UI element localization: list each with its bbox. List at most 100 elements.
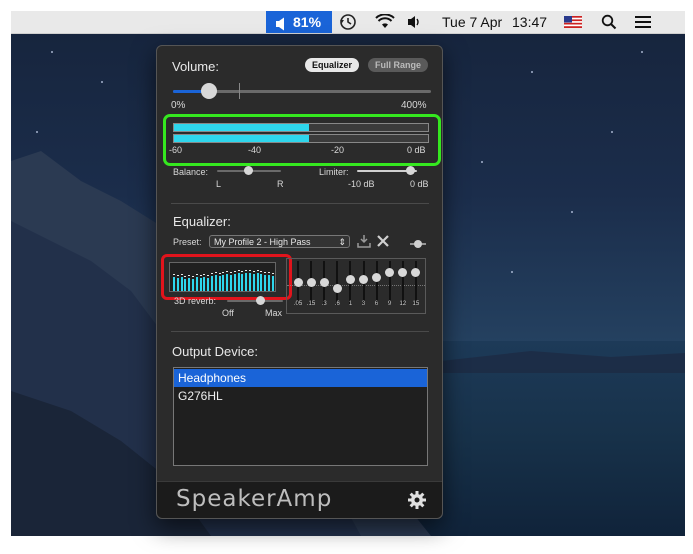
spectrum-bar bbox=[218, 276, 221, 291]
balance-slider-thumb[interactable] bbox=[244, 166, 253, 175]
eq-band-track[interactable] bbox=[375, 261, 378, 305]
volume-percent: 81% bbox=[293, 14, 322, 30]
spectrum-bar bbox=[176, 278, 179, 291]
eq-band-label: 9 bbox=[388, 301, 392, 307]
full-range-mode-button[interactable]: Full Range bbox=[368, 58, 428, 72]
output-device-title: Output Device: bbox=[172, 344, 258, 359]
right-channel-meter bbox=[173, 134, 429, 143]
wifi-icon[interactable] bbox=[375, 11, 395, 33]
volume-slider-thumb[interactable] bbox=[201, 83, 218, 99]
spectrum-peak bbox=[207, 275, 210, 276]
spectrum-bar bbox=[245, 273, 248, 291]
spectrum-bar bbox=[226, 274, 229, 291]
delete-preset-icon[interactable] bbox=[376, 234, 390, 253]
eq-band-knob[interactable] bbox=[398, 267, 408, 277]
limiter-min-label: -10 dB bbox=[348, 179, 375, 189]
spectrum-peak bbox=[256, 270, 259, 271]
spectrum-peak bbox=[176, 275, 179, 276]
spectrum-peak bbox=[268, 272, 270, 273]
volume-100-marker bbox=[239, 83, 240, 99]
equalizer-title: Equalizer: bbox=[173, 214, 231, 229]
spectrum-peak bbox=[241, 271, 244, 272]
reverb-label: 3D reverb: bbox=[174, 296, 217, 306]
spectrum-peak bbox=[230, 272, 232, 273]
footer-bar: SpeakerAmp bbox=[157, 481, 442, 518]
eq-band-label: 12 bbox=[399, 301, 407, 307]
balance-right-label: R bbox=[277, 179, 284, 189]
spectrum-peak bbox=[222, 272, 225, 273]
spectrum-bar bbox=[264, 275, 267, 291]
preset-select[interactable]: My Profile 2 - High Pass ⇕ bbox=[209, 235, 350, 248]
spectrum-peak bbox=[173, 274, 175, 275]
spectrum-bar bbox=[188, 278, 191, 291]
eq-band-knob[interactable] bbox=[411, 267, 421, 277]
spectrum-peak bbox=[260, 271, 263, 272]
spectrum-peak bbox=[188, 275, 191, 276]
speakeramp-menubar-item[interactable]: 81% bbox=[266, 11, 332, 33]
menubar-time[interactable]: 13:47 bbox=[512, 11, 547, 33]
spectrum-peak bbox=[184, 276, 187, 277]
meter-tick-0: 0 dB bbox=[407, 145, 426, 155]
list-icon[interactable] bbox=[635, 11, 651, 33]
limiter-max-label: 0 dB bbox=[410, 179, 429, 189]
spectrum-bar bbox=[230, 275, 232, 291]
spectrum-bar bbox=[173, 277, 175, 291]
spectrum-peak bbox=[211, 273, 213, 274]
gear-icon[interactable] bbox=[407, 490, 427, 515]
eq-toggle-icon[interactable] bbox=[410, 236, 426, 254]
left-channel-level bbox=[174, 124, 309, 131]
speakeramp-logo: SpeakerAmp bbox=[176, 486, 333, 512]
spectrum-peak bbox=[218, 273, 221, 274]
reverb-max-label: Max bbox=[265, 308, 283, 318]
balance-label: Balance: bbox=[173, 167, 209, 177]
spectrum-bar bbox=[237, 273, 240, 291]
menubar-date[interactable]: Tue 7 Apr bbox=[442, 11, 502, 33]
volume-min-label: 0% bbox=[171, 100, 186, 111]
device-row-headphones[interactable]: Headphones bbox=[174, 369, 427, 387]
save-preset-icon[interactable] bbox=[357, 234, 371, 253]
divider bbox=[171, 331, 429, 332]
eq-band-knob[interactable] bbox=[319, 277, 329, 287]
device-row-g276hl[interactable]: G276HL bbox=[174, 387, 427, 405]
spectrum-peak bbox=[192, 276, 194, 277]
spectrum-bar bbox=[249, 273, 251, 291]
spectrum-bar bbox=[241, 274, 244, 291]
limiter-label: Limiter: bbox=[319, 167, 349, 177]
eq-band-knob[interactable] bbox=[359, 274, 368, 284]
eq-band-knob[interactable] bbox=[385, 267, 395, 277]
limiter-slider-thumb[interactable] bbox=[406, 166, 415, 175]
eq-band-label: 3 bbox=[361, 301, 366, 307]
eq-band-knob[interactable] bbox=[372, 272, 382, 282]
reverb-slider-track[interactable] bbox=[227, 300, 283, 302]
spectrum-bar bbox=[256, 273, 259, 291]
right-channel-level bbox=[174, 135, 309, 142]
spectrum-peak bbox=[264, 272, 267, 273]
spectrum-bar bbox=[199, 278, 202, 291]
equalizer-mode-button[interactable]: Equalizer bbox=[305, 58, 359, 72]
left-channel-meter bbox=[173, 123, 429, 132]
search-icon[interactable] bbox=[601, 11, 617, 33]
time-machine-icon[interactable] bbox=[339, 11, 357, 33]
spectrum-bar bbox=[222, 275, 225, 291]
flag-icon[interactable] bbox=[564, 11, 582, 33]
volume-max-label: 400% bbox=[401, 100, 427, 111]
spectrum-bar bbox=[271, 276, 274, 291]
reverb-slider-thumb[interactable] bbox=[256, 296, 266, 305]
preset-label: Preset: bbox=[173, 237, 202, 247]
eq-band-label: .05 bbox=[293, 301, 303, 307]
eq-band-label: .15 bbox=[306, 301, 316, 307]
speakeramp-panel: Volume: Equalizer Full Range 0% 400% -60… bbox=[156, 45, 443, 519]
spectrum-bar bbox=[180, 277, 183, 291]
eq-band-knob[interactable] bbox=[293, 277, 303, 287]
spectrum-bar bbox=[192, 279, 194, 291]
eq-spectrum-display bbox=[169, 262, 276, 292]
eq-band-knob[interactable] bbox=[306, 277, 316, 287]
spectrum-peak bbox=[195, 274, 198, 275]
divider bbox=[171, 203, 429, 204]
volume-icon[interactable] bbox=[407, 11, 423, 33]
eq-band-knob[interactable] bbox=[345, 274, 355, 284]
output-device-list: Headphones G276HL bbox=[173, 367, 428, 466]
eq-band-knob[interactable] bbox=[332, 283, 342, 293]
meter-tick-40: -40 bbox=[248, 145, 262, 155]
volume-title: Volume: bbox=[172, 59, 219, 74]
